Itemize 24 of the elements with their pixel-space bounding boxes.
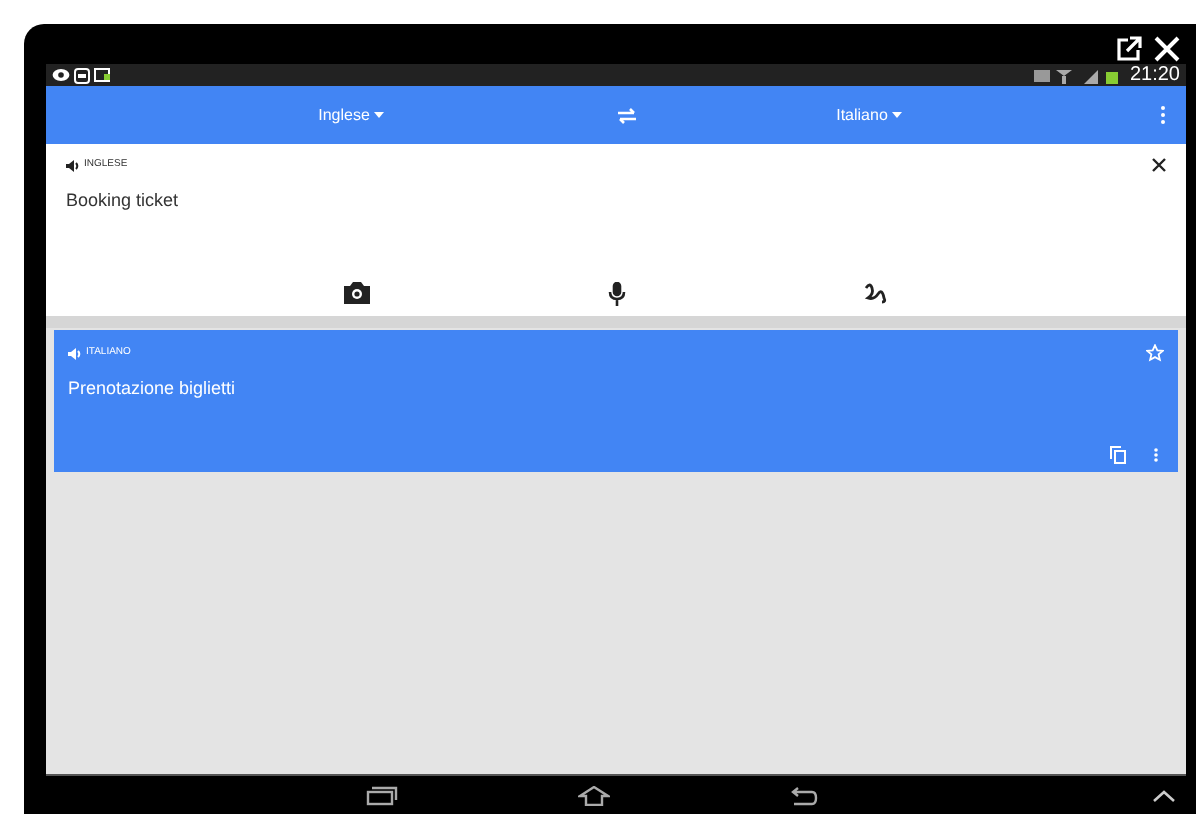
home-icon[interactable] xyxy=(578,785,610,805)
camera-icon[interactable] xyxy=(344,282,371,304)
dropdown-caret-icon xyxy=(891,112,902,118)
more-options-icon[interactable] xyxy=(1160,106,1166,124)
app-icon xyxy=(74,67,90,83)
dropdown-caret-icon xyxy=(373,112,384,118)
chevron-up-icon[interactable] xyxy=(1152,789,1176,801)
back-icon[interactable] xyxy=(790,785,818,805)
swap-languages-icon[interactable] xyxy=(616,107,638,123)
translation-text: Prenotazione biglietti xyxy=(68,376,238,402)
recent-apps-icon[interactable] xyxy=(366,785,398,805)
microphone-icon[interactable] xyxy=(607,282,626,306)
speaker-icon[interactable] xyxy=(66,159,80,172)
clear-icon[interactable] xyxy=(1152,158,1166,173)
copy-icon[interactable] xyxy=(1110,446,1126,464)
battery-charging-icon xyxy=(94,68,112,82)
target-language-dropdown[interactable]: Italiano xyxy=(836,103,902,127)
status-time: 21:20 xyxy=(1129,65,1180,85)
input-text[interactable]: Booking ticket xyxy=(66,187,1166,214)
source-language-dropdown[interactable]: Inglese xyxy=(318,103,384,127)
handwriting-icon[interactable] xyxy=(863,282,888,304)
close-icon[interactable] xyxy=(1154,35,1180,61)
external-link-icon[interactable] xyxy=(1116,35,1142,61)
star-icon[interactable] xyxy=(1146,344,1164,362)
